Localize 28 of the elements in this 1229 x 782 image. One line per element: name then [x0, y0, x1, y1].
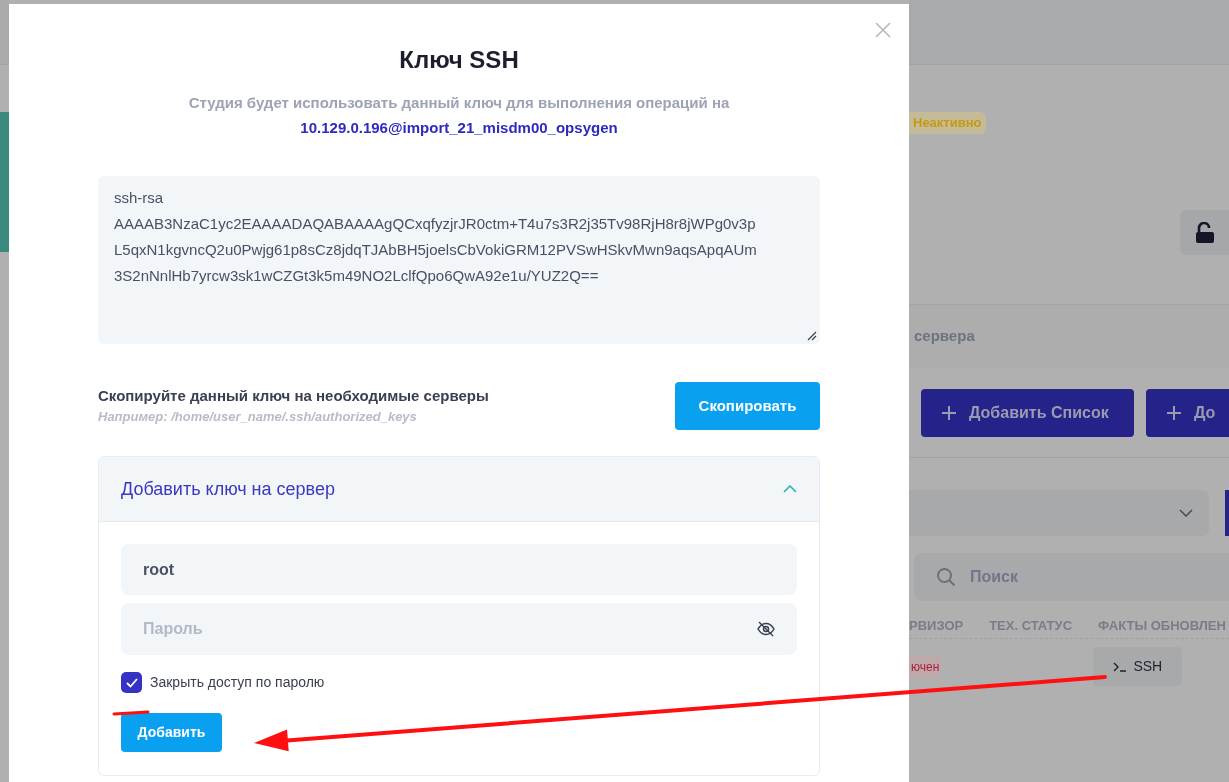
add-button[interactable]: Добавить Список: [921, 389, 1134, 437]
key-textarea[interactable]: ssh-rsa AAAAB3NzaC1yc2EAAAADAQABAAAAgQCxqfyzjrJR0ctm+T4u7s3R2j35Tv98RjH8r8jWPg0v3p L5qxN1kgvncQ2u0Pwjg61p8sCz8jdqTJAbBH5joelsCbVokiGRM12PVSwHSkvMwn9aqsApqAUm 3S2nNnlHb7yrcw3sk1wCZGt3k5m49NO2LclfQpo6QwA92e1u/YUZ2Q==: [98, 176, 820, 344]
host-link[interactable]: 10.129.0.196@import_21_misdm00_opsygen: [300, 117, 618, 139]
login-field[interactable]: root: [121, 544, 797, 595]
status-badge: Неактивно: [909, 112, 986, 134]
ssh-button[interactable]: SSH: [1093, 647, 1183, 686]
checkbox-label[interactable]: Закрыть доступ по паролю: [150, 672, 325, 693]
chevron-down-icon: [1179, 509, 1193, 517]
dialog-title: Ключ SSH: [399, 45, 519, 75]
plus-icon: [941, 405, 957, 421]
accordion-header[interactable]: Добавить ключ на сервер: [99, 457, 819, 522]
copy-hint: Скопируйте данный ключ на необходимые серверы: [98, 386, 489, 406]
unlock-button[interactable]: [1180, 210, 1229, 255]
dialog-subtitle: Студия будет использовать данный ключ для выполнения операций на: [188, 93, 730, 113]
unlock-icon: [1194, 221, 1215, 244]
status-badge: ючен: [909, 655, 942, 678]
checkbox[interactable]: [121, 672, 142, 693]
password-field[interactable]: Пароль: [121, 603, 797, 655]
close-icon: [875, 22, 891, 38]
plus-icon: [1166, 405, 1182, 421]
eye-slash-icon[interactable]: [757, 621, 775, 637]
add-button[interactable]: До: [1146, 389, 1229, 437]
terminal-icon: [1113, 661, 1128, 672]
resize-handle-icon[interactable]: [807, 331, 817, 341]
search-icon: [936, 567, 956, 587]
annotation-underline: [112, 710, 150, 716]
copy-example: Например: /home/user_name/.ssh/authorized_keys: [98, 408, 418, 426]
check-icon: [125, 677, 138, 688]
